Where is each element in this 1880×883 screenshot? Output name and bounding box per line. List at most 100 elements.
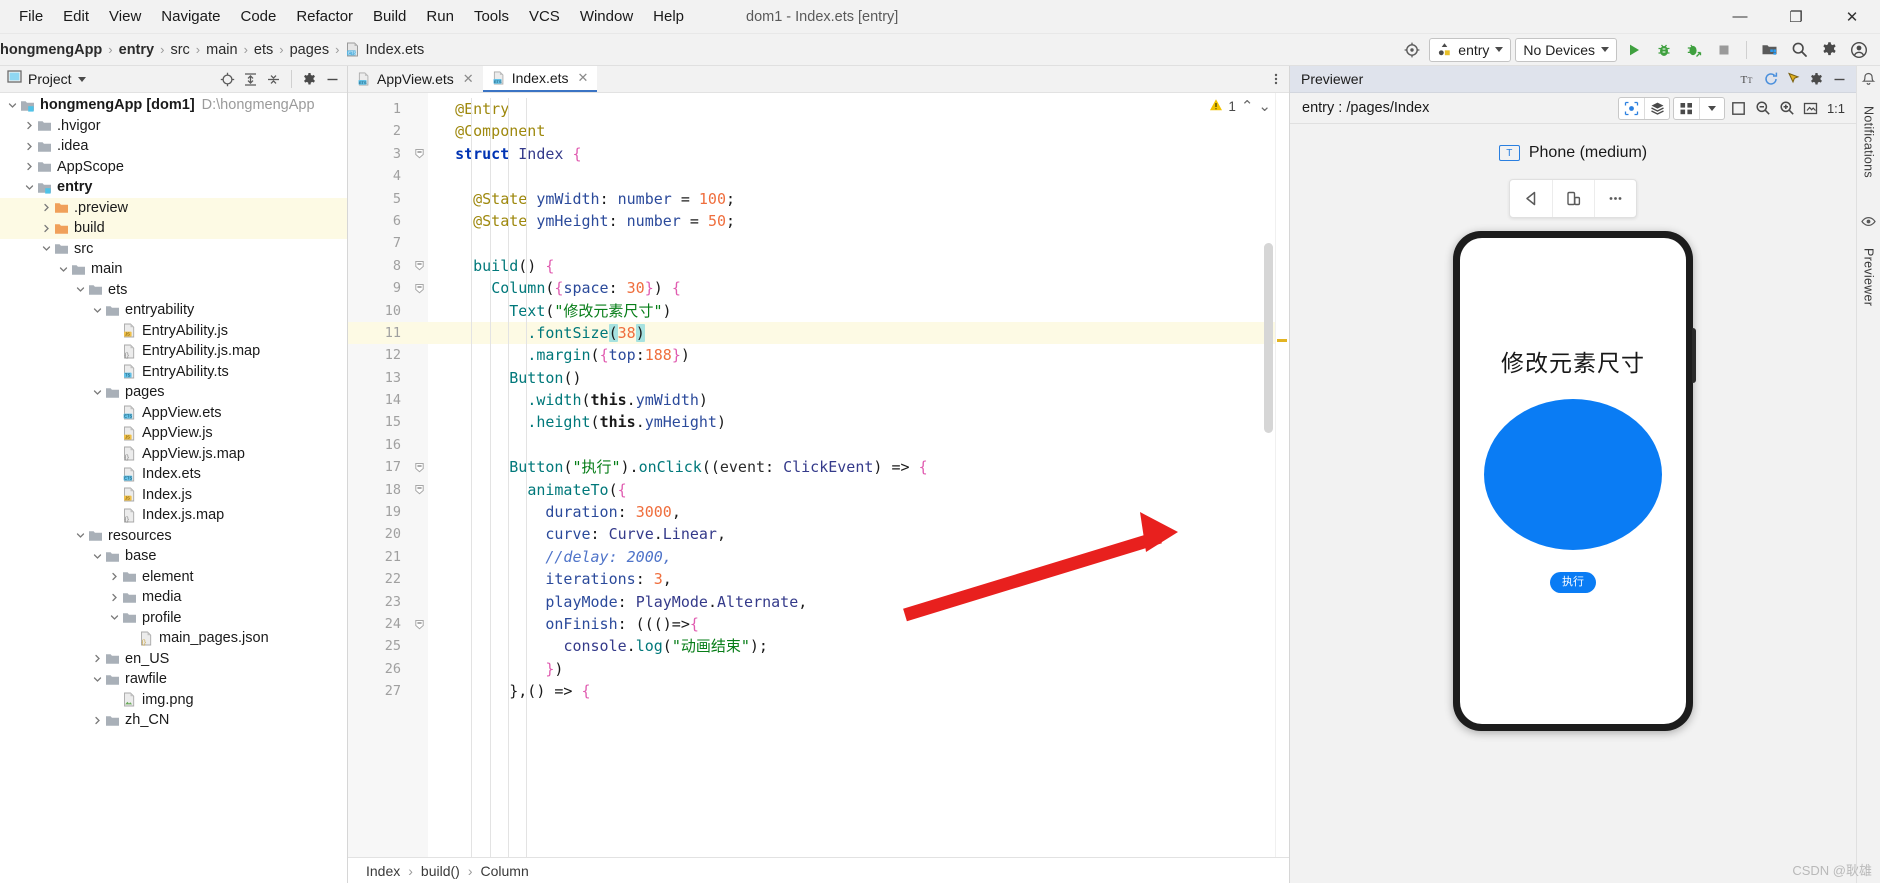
- chevron-right-icon[interactable]: [23, 160, 36, 173]
- structure-breadcrumb-item[interactable]: Column: [477, 863, 533, 879]
- device-manager-icon[interactable]: [1756, 38, 1782, 62]
- account-icon[interactable]: [1846, 38, 1872, 62]
- chevron-down-icon[interactable]: [23, 181, 36, 194]
- code-line[interactable]: animateTo({: [428, 479, 1289, 501]
- code-line[interactable]: Text("修改元素尺寸"): [428, 300, 1289, 322]
- chevron-down-icon[interactable]: [74, 529, 87, 542]
- code-line[interactable]: @Component: [428, 120, 1289, 142]
- target-icon[interactable]: [1399, 38, 1425, 62]
- editor-tab-index-ets[interactable]: ETS Index.ets ✕: [482, 66, 598, 92]
- code-folding-gutter[interactable]: [410, 93, 428, 857]
- fold-collapse-icon[interactable]: [410, 479, 428, 501]
- code-line[interactable]: @State ymWidth: number = 100;: [428, 188, 1289, 210]
- next-problem-icon[interactable]: ⌄: [1258, 97, 1271, 115]
- layout-mode-group[interactable]: [1673, 96, 1725, 120]
- chevron-down-icon[interactable]: [77, 76, 86, 82]
- inspector-icon[interactable]: [1783, 69, 1804, 90]
- search-icon[interactable]: [1786, 38, 1812, 62]
- menu-item-refactor[interactable]: Refactor: [287, 4, 362, 29]
- maximize-button[interactable]: ❐: [1768, 0, 1824, 33]
- rail-item-notifications[interactable]: Notifications: [1862, 102, 1876, 182]
- profile-icon[interactable]: [1681, 38, 1707, 62]
- tree-node-entryability-js[interactable]: JS EntryAbility.js: [0, 321, 347, 342]
- run-icon[interactable]: [1621, 38, 1647, 62]
- code-line[interactable]: .height(this.ymHeight): [428, 411, 1289, 433]
- tree-node-appview-ets[interactable]: ETS AppView.ets: [0, 403, 347, 424]
- tree-node-hvigor[interactable]: .hvigor: [0, 116, 347, 137]
- settings-gear-icon[interactable]: [1816, 38, 1842, 62]
- tree-node-element[interactable]: element: [0, 567, 347, 588]
- inspection-widget[interactable]: 1 ⌃ ⌄: [1209, 97, 1271, 115]
- chevron-down-icon[interactable]: [57, 263, 70, 276]
- tree-node-entryability[interactable]: entryability: [0, 300, 347, 321]
- select-target-icon[interactable]: [1619, 98, 1644, 119]
- code-line[interactable]: @State ymHeight: number = 50;: [428, 210, 1289, 232]
- code-line[interactable]: Column({space: 30}) {: [428, 277, 1289, 299]
- chevron-down-icon[interactable]: [108, 611, 121, 624]
- chevron-down-icon[interactable]: [6, 99, 19, 112]
- structure-breadcrumb-item[interactable]: Index: [362, 863, 404, 879]
- eye-icon[interactable]: [1861, 214, 1876, 234]
- fold-collapse-icon[interactable]: [410, 143, 428, 165]
- code-line[interactable]: }): [428, 658, 1289, 680]
- tree-node-ets[interactable]: ets: [0, 280, 347, 301]
- tree-node-base[interactable]: base: [0, 546, 347, 567]
- code-line[interactable]: duration: 3000,: [428, 501, 1289, 523]
- menu-item-navigate[interactable]: Navigate: [152, 4, 229, 29]
- chevron-down-icon[interactable]: [74, 283, 87, 296]
- chevron-down-icon[interactable]: [91, 386, 104, 399]
- collapse-all-icon[interactable]: [263, 69, 284, 90]
- chevron-right-icon[interactable]: [23, 140, 36, 153]
- menu-item-build[interactable]: Build: [364, 4, 415, 29]
- editor-marker-strip[interactable]: [1275, 93, 1289, 857]
- menu-item-code[interactable]: Code: [231, 4, 285, 29]
- more-icon[interactable]: [1594, 180, 1636, 217]
- breadcrumb-item-2[interactable]: src: [165, 40, 194, 60]
- minimize-button[interactable]: —: [1712, 0, 1768, 33]
- device-selector[interactable]: No Devices: [1515, 37, 1617, 62]
- multi-device-icon[interactable]: [1552, 180, 1594, 217]
- tree-node-en-us[interactable]: en_US: [0, 649, 347, 670]
- hide-panel-icon[interactable]: [1829, 69, 1850, 90]
- code-text-area[interactable]: @Entry @Component struct Index { @State …: [428, 93, 1289, 857]
- more-options-icon[interactable]: [1263, 66, 1289, 92]
- chevron-down-icon[interactable]: [91, 550, 104, 563]
- editor-scrollbar[interactable]: [1264, 243, 1273, 433]
- menu-item-view[interactable]: View: [100, 4, 150, 29]
- preview-circle-button[interactable]: [1484, 399, 1662, 550]
- menu-item-vcs[interactable]: VCS: [520, 4, 569, 29]
- menu-item-help[interactable]: Help: [644, 4, 693, 29]
- hide-panel-icon[interactable]: [322, 69, 343, 90]
- fold-collapse-icon[interactable]: [410, 456, 428, 478]
- tree-node-main-pages-json[interactable]: {} main_pages.json: [0, 628, 347, 649]
- chevron-down-icon[interactable]: [1699, 97, 1724, 119]
- refresh-icon[interactable]: [1760, 69, 1781, 90]
- fold-collapse-icon[interactable]: [410, 277, 428, 299]
- settings-gear-icon[interactable]: [299, 69, 320, 90]
- chevron-down-icon[interactable]: [91, 304, 104, 317]
- tree-node-pages[interactable]: pages: [0, 382, 347, 403]
- menu-item-edit[interactable]: Edit: [54, 4, 98, 29]
- chevron-right-icon[interactable]: [23, 119, 36, 132]
- bell-icon[interactable]: [1861, 72, 1876, 92]
- tree-node-img-png[interactable]: img.png: [0, 690, 347, 711]
- stop-icon[interactable]: [1711, 38, 1737, 62]
- code-line[interactable]: onFinish: ((()=>{: [428, 613, 1289, 635]
- grid-icon[interactable]: [1674, 98, 1699, 119]
- code-line[interactable]: @Entry: [428, 98, 1289, 120]
- chevron-right-icon[interactable]: [108, 591, 121, 604]
- layers-icon[interactable]: [1644, 97, 1669, 119]
- rail-item-previewer[interactable]: Previewer: [1862, 244, 1876, 310]
- chevron-right-icon[interactable]: [40, 222, 53, 235]
- code-line[interactable]: Button("执行").onClick((event: ClickEvent)…: [428, 456, 1289, 478]
- breadcrumb-item-6[interactable]: ETS Index.ets: [340, 40, 429, 60]
- fold-collapse-icon[interactable]: [410, 255, 428, 277]
- zoom-in-icon[interactable]: [1776, 98, 1797, 119]
- preview-mode-group[interactable]: [1618, 96, 1670, 120]
- breadcrumb-item-1[interactable]: entry: [114, 40, 159, 60]
- structure-breadcrumb-item[interactable]: build(): [417, 863, 464, 879]
- project-tree[interactable]: hongmengApp [dom1] D:\hongmengApp .hvigor.…: [0, 93, 347, 883]
- actual-size-label[interactable]: 1:1: [1824, 98, 1848, 119]
- close-button[interactable]: ✕: [1824, 0, 1880, 33]
- preview-screen[interactable]: 修改元素尺寸 执行: [1460, 238, 1686, 724]
